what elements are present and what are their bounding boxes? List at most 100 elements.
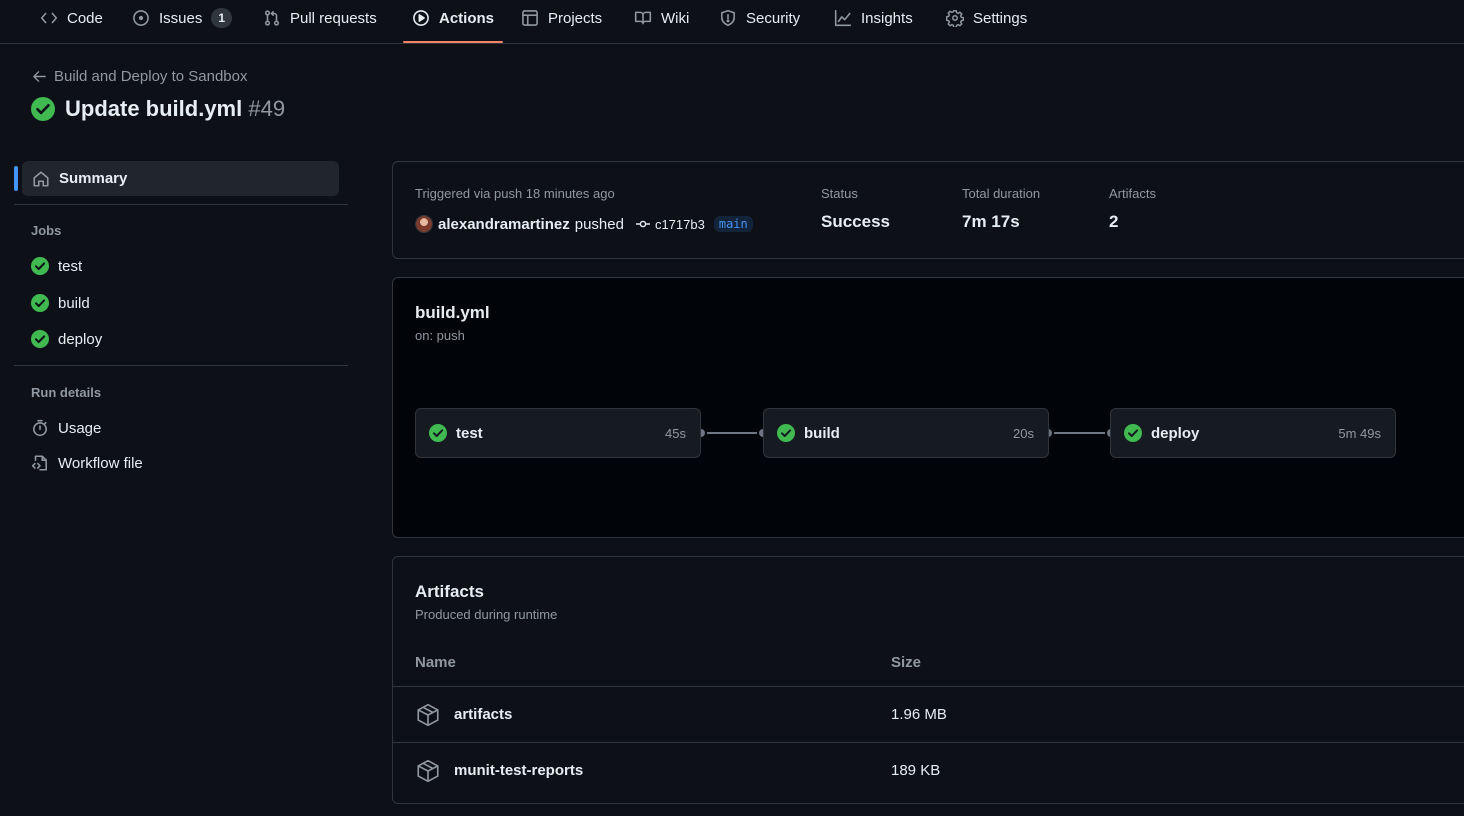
code-icon (40, 9, 58, 27)
graph-job-duration: 5m 49s (1338, 425, 1381, 441)
push-action-text: pushed (574, 215, 624, 233)
sidebar-divider (14, 204, 348, 205)
sidebar-job-label: test (58, 257, 83, 275)
run-number: #49 (248, 96, 286, 121)
status-value: Success (821, 212, 890, 231)
table-row[interactable]: munit-test-reports 189 KB (393, 743, 1464, 799)
tab-projects[interactable]: Projects (521, 0, 602, 36)
commit-link[interactable]: c1717b3 (635, 216, 705, 232)
workflow-trigger: on: push (415, 328, 465, 343)
summary-active-indicator (14, 166, 18, 191)
branch-badge[interactable]: main (713, 216, 753, 232)
artifact-size: 189 KB (891, 762, 941, 779)
commit-icon (635, 216, 651, 232)
graph-job-name: deploy (1151, 424, 1200, 442)
table-row[interactable]: artifacts 1.96 MB (393, 687, 1464, 743)
run-title-text: Update build.yml #49 (65, 96, 285, 122)
graph-icon (834, 9, 852, 27)
run-commit-message: Update build.yml (65, 96, 243, 121)
status-label: Status (821, 186, 858, 201)
graph-job-name: build (804, 424, 840, 442)
active-tab-underline (403, 41, 503, 43)
arrow-left-icon (32, 69, 47, 84)
sidebar-item-usage[interactable]: Usage (31, 417, 101, 439)
pusher-username[interactable]: alexandramartinez (438, 216, 570, 233)
package-icon (415, 758, 441, 784)
job-connector-line (701, 432, 763, 434)
check-circle-icon (31, 97, 55, 121)
sidebar-item-summary[interactable]: Summary (22, 161, 339, 196)
commit-sha: c1717b3 (654, 216, 705, 232)
graph-job-build[interactable]: build 20s (763, 408, 1049, 458)
page-title: Update build.yml #49 (31, 94, 285, 124)
tab-actions-label: Actions (439, 9, 495, 27)
sidebar-job-label: deploy (58, 330, 103, 348)
artifacts-count-value[interactable]: 2 (1109, 212, 1118, 232)
artifacts-subtitle: Produced during runtime (415, 607, 558, 622)
repo-nav: Code Issues 1 Pull requests Actions Proj… (0, 0, 1464, 44)
package-icon (415, 702, 441, 728)
tab-pull-requests[interactable]: Pull requests (263, 0, 377, 36)
artifacts-card: Artifacts Produced during runtime Name S… (392, 556, 1464, 804)
back-to-workflow-link[interactable]: Build and Deploy to Sandbox (32, 66, 247, 86)
check-circle-icon (1124, 424, 1142, 442)
artifacts-count-label: Artifacts (1109, 186, 1156, 201)
graph-job-deploy[interactable]: deploy 5m 49s (1110, 408, 1396, 458)
home-icon (32, 170, 50, 188)
column-header-size: Size (891, 654, 922, 671)
tab-actions[interactable]: Actions (412, 0, 494, 36)
tab-code[interactable]: Code (40, 0, 103, 36)
check-circle-icon (777, 424, 795, 442)
tab-wiki[interactable]: Wiki (634, 0, 689, 36)
trigger-text: Triggered via push 18 minutes ago (415, 186, 615, 201)
tab-issues-label: Issues (159, 9, 203, 27)
push-info: alexandramartinez pushed c1717b3 main (415, 214, 753, 234)
job-connector-line (1048, 432, 1111, 434)
issues-count-badge: 1 (211, 8, 233, 28)
tab-security-label: Security (746, 9, 801, 27)
graph-job-test[interactable]: test 45s (415, 408, 701, 458)
column-header-name: Name (415, 654, 456, 671)
sidebar-summary-label: Summary (59, 170, 128, 187)
duration-value: 7m 17s (962, 212, 1020, 231)
sidebar-job-build[interactable]: build (31, 292, 90, 314)
tab-pull-requests-label: Pull requests (290, 9, 377, 27)
avatar[interactable] (415, 215, 433, 233)
tab-security[interactable]: Security (719, 0, 800, 36)
tab-issues[interactable]: Issues 1 (132, 0, 233, 36)
tab-settings-label: Settings (973, 9, 1028, 27)
tab-wiki-label: Wiki (661, 9, 690, 27)
back-link-label: Build and Deploy to Sandbox (54, 67, 248, 85)
sidebar-workflow-file-label: Workflow file (58, 454, 143, 472)
sidebar-job-deploy[interactable]: deploy (31, 328, 102, 350)
shield-icon (719, 9, 737, 27)
table-icon (521, 9, 539, 27)
duration-label: Total duration (962, 186, 1041, 201)
check-circle-icon (31, 257, 49, 275)
tab-insights[interactable]: Insights (834, 0, 913, 36)
workflow-graph-card: build.yml on: push test 45s build 20s de… (392, 277, 1464, 538)
artifact-size: 1.96 MB (891, 706, 947, 723)
gear-icon (946, 9, 964, 27)
sidebar-job-test[interactable]: test (31, 255, 82, 277)
file-code-icon (31, 454, 49, 472)
sidebar-divider (14, 365, 348, 366)
issue-icon (132, 9, 150, 27)
graph-job-name: test (456, 424, 483, 442)
sidebar-item-workflow-file[interactable]: Workflow file (31, 452, 143, 474)
workflow-file-name: build.yml (415, 303, 490, 322)
graph-job-duration: 45s (665, 425, 686, 441)
stopwatch-icon (31, 419, 49, 437)
pull-request-icon (263, 9, 281, 27)
tab-insights-label: Insights (861, 9, 913, 27)
play-icon (412, 9, 430, 27)
artifacts-title: Artifacts (415, 582, 484, 601)
check-circle-icon (31, 330, 49, 348)
artifact-name[interactable]: munit-test-reports (454, 762, 583, 779)
sidebar-usage-label: Usage (58, 419, 102, 437)
graph-job-duration: 20s (1013, 425, 1034, 441)
run-details-heading: Run details (31, 385, 102, 400)
artifact-name[interactable]: artifacts (454, 706, 512, 723)
tab-settings[interactable]: Settings (946, 0, 1027, 36)
check-circle-icon (429, 424, 447, 442)
